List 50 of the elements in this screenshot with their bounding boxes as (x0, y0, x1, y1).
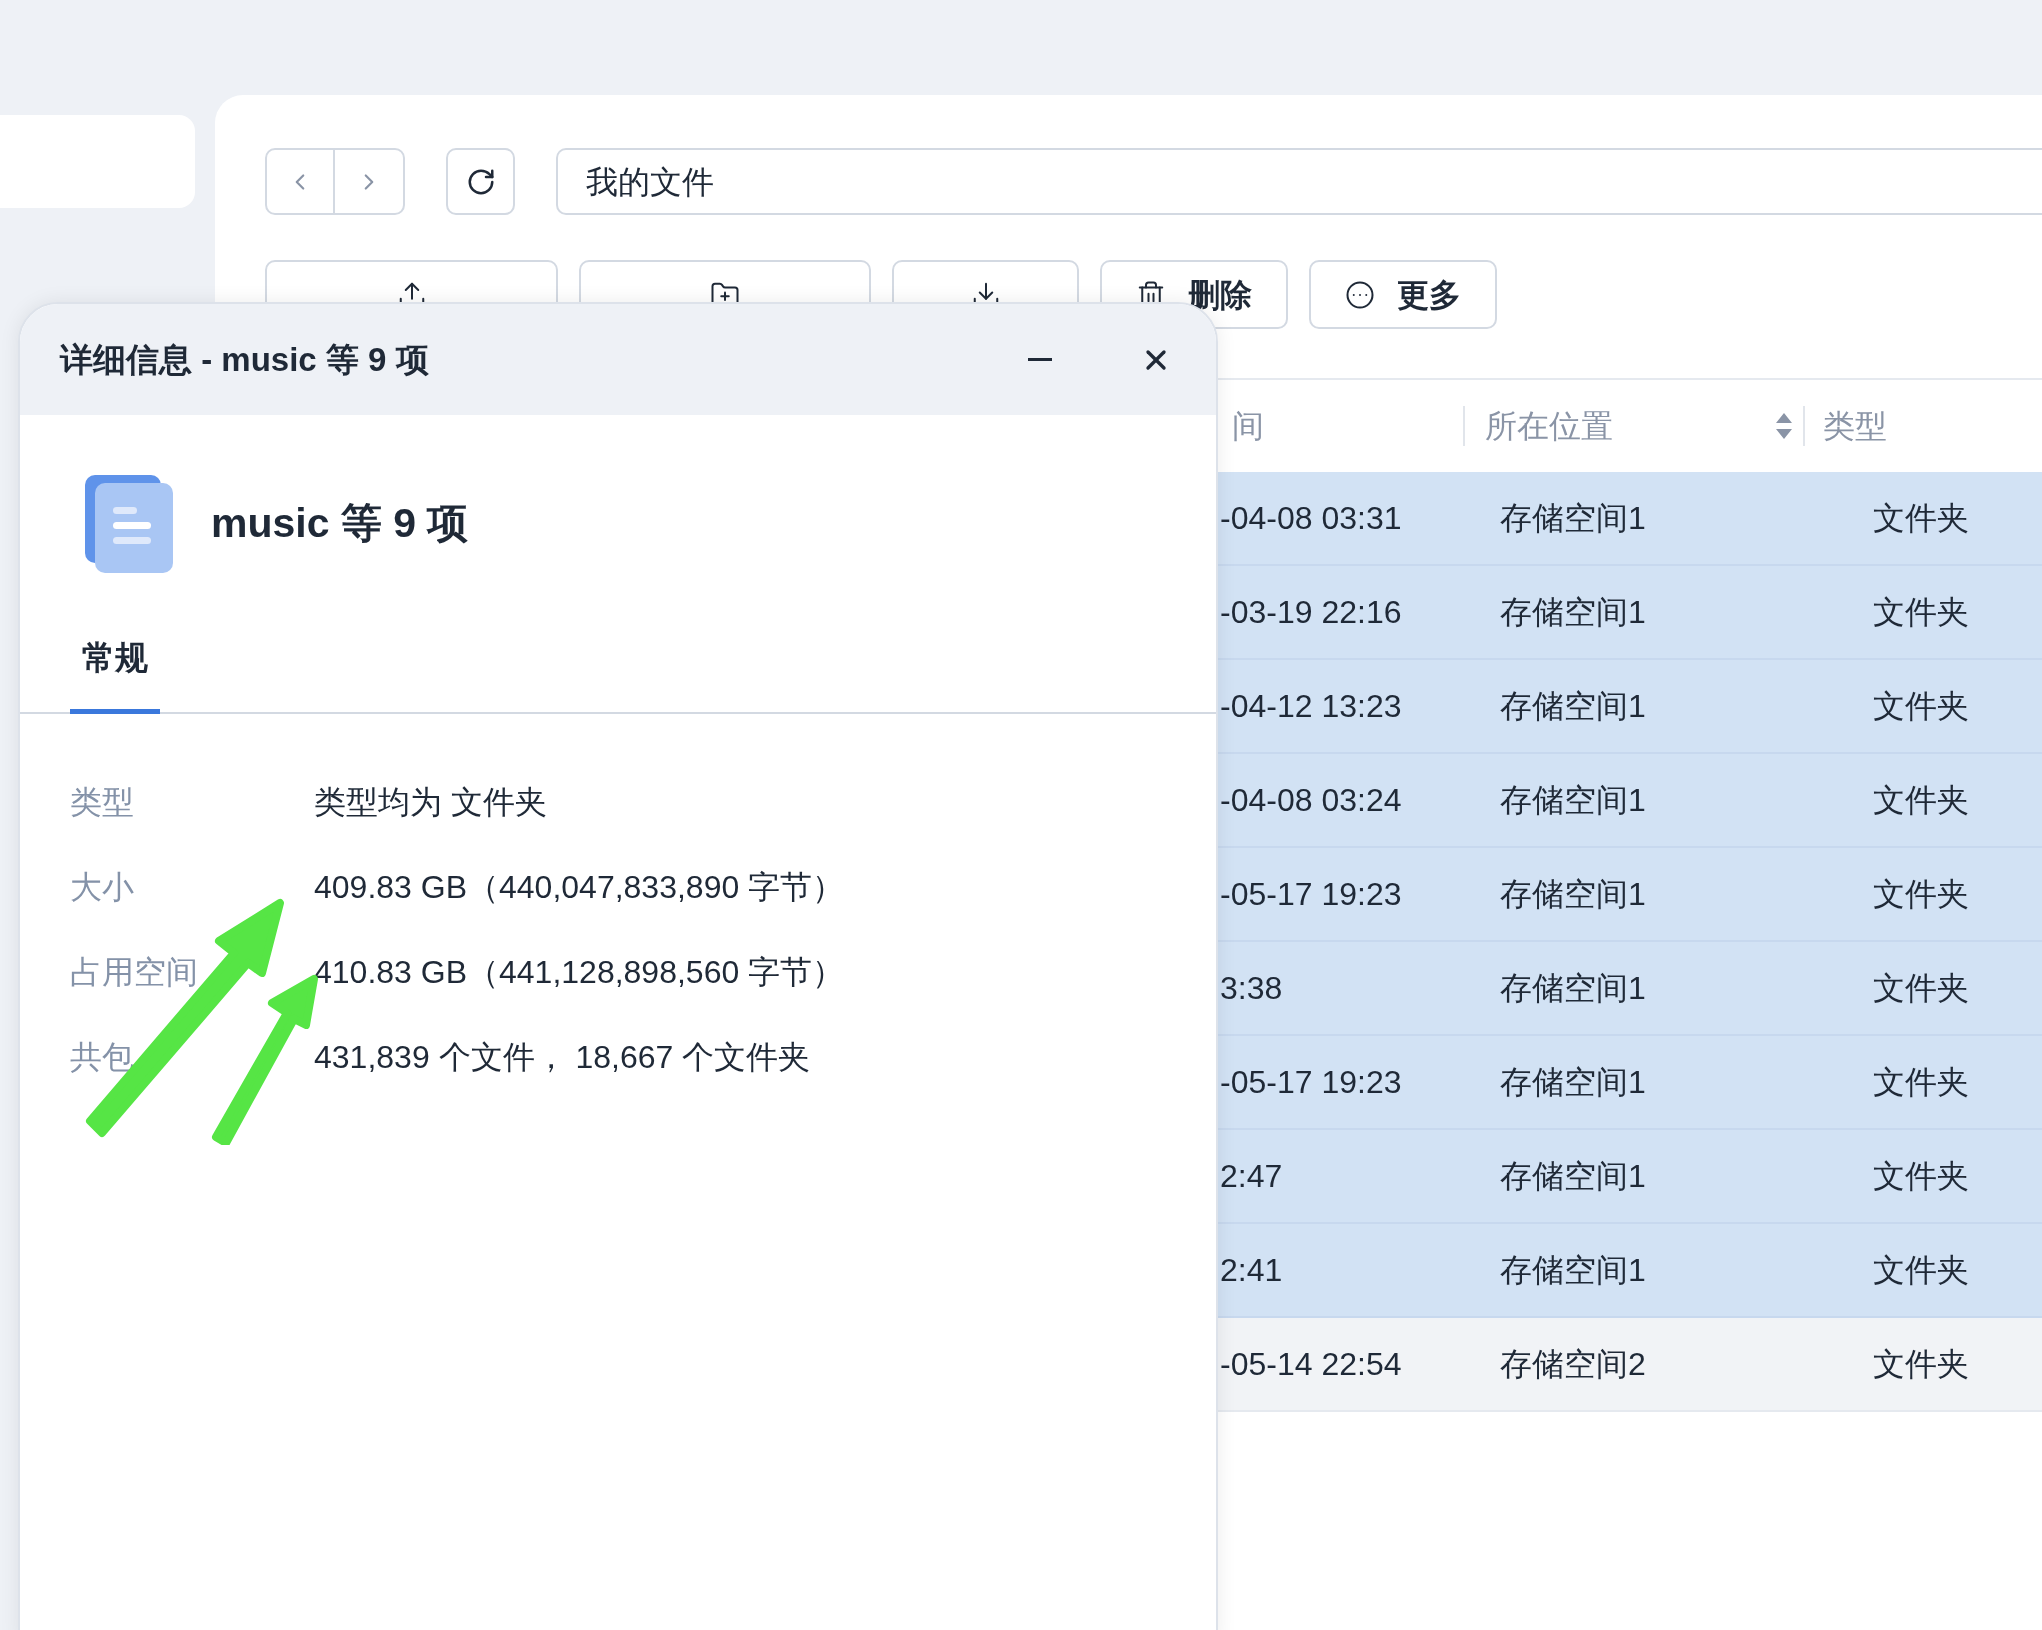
table-cell-text: 文件夹 (1873, 499, 1969, 538)
property-label: 大小 (70, 868, 135, 907)
folder-stack-icon (85, 475, 173, 573)
property-value: 409.83 GB（440,047,833,890 字节） (314, 868, 845, 907)
table-cell-text: 存储空间1 (1500, 781, 1647, 820)
path-field[interactable]: 我的文件 (556, 148, 2042, 215)
dialog-title: 详细信息 - music 等 9 项 (60, 339, 430, 380)
property-value: 431,839 个文件， 18,667 个文件夹 (314, 1038, 811, 1077)
property-value: 410.83 GB（441,128,898,560 字节） (314, 953, 845, 992)
more-icon (1345, 279, 1375, 310)
property-label: 共包 (70, 1038, 135, 1077)
table-cell-text: 文件夹 (1873, 1063, 1969, 1102)
refresh-button[interactable] (446, 148, 515, 215)
property-label: 类型 (70, 783, 135, 822)
table-cell-text: 存储空间1 (1500, 969, 1647, 1008)
property-label: 占用空间 (70, 953, 199, 992)
table-cell-text: 文件夹 (1873, 593, 1969, 632)
table-cell-text: 存储空间1 (1500, 1063, 1647, 1102)
property-value: 类型均为 文件夹 (314, 783, 547, 822)
table-cell-text: 文件夹 (1873, 781, 1969, 820)
table-cell-text: 文件夹 (1873, 1157, 1969, 1196)
table-cell-text: -04-08 03:24 (1219, 781, 1403, 820)
table-cell-text: -05-17 19:23 (1219, 875, 1403, 914)
sort-icon[interactable] (1775, 411, 1793, 441)
table-cell-text: -04-12 13:23 (1219, 687, 1403, 726)
table-cell-text: 存储空间1 (1500, 875, 1647, 914)
toolbar-button[interactable]: 更多 (1309, 260, 1497, 329)
table-cell-text: 存储空间1 (1500, 1157, 1647, 1196)
table-cell-text: 2:41 (1219, 1251, 1284, 1290)
minimize-icon (1028, 358, 1052, 361)
item-name: music 等 9 项 (211, 499, 469, 549)
table-cell-text: 文件夹 (1873, 969, 1969, 1008)
table-cell-text: -04-08 03:31 (1219, 499, 1403, 538)
table-cell-text: 文件夹 (1873, 1345, 1969, 1384)
tab[interactable]: 常规 (70, 633, 160, 714)
table-cell-text: 存储空间1 (1500, 499, 1647, 538)
table-cell-text: 文件夹 (1873, 1251, 1969, 1290)
table-cell-text: 文件夹 (1873, 875, 1969, 914)
column-header: 类型 (1822, 407, 1887, 446)
column-header: 间 (1231, 407, 1265, 446)
table-cell-text: 存储空间2 (1500, 1345, 1647, 1384)
table-cell-text: 3:38 (1219, 969, 1284, 1008)
table-cell-text: -05-14 22:54 (1219, 1345, 1403, 1384)
table-cell-text: -05-17 19:23 (1219, 1063, 1403, 1102)
table-cell-text: -03-19 22:16 (1219, 593, 1403, 632)
table-cell-text: 存储空间1 (1500, 593, 1647, 632)
table-cell-text: 文件夹 (1873, 687, 1969, 726)
table-cell-text: 2:47 (1219, 1157, 1284, 1196)
table-cell-text: 存储空间1 (1500, 687, 1647, 726)
table-cell-text: 存储空间1 (1500, 1251, 1647, 1290)
